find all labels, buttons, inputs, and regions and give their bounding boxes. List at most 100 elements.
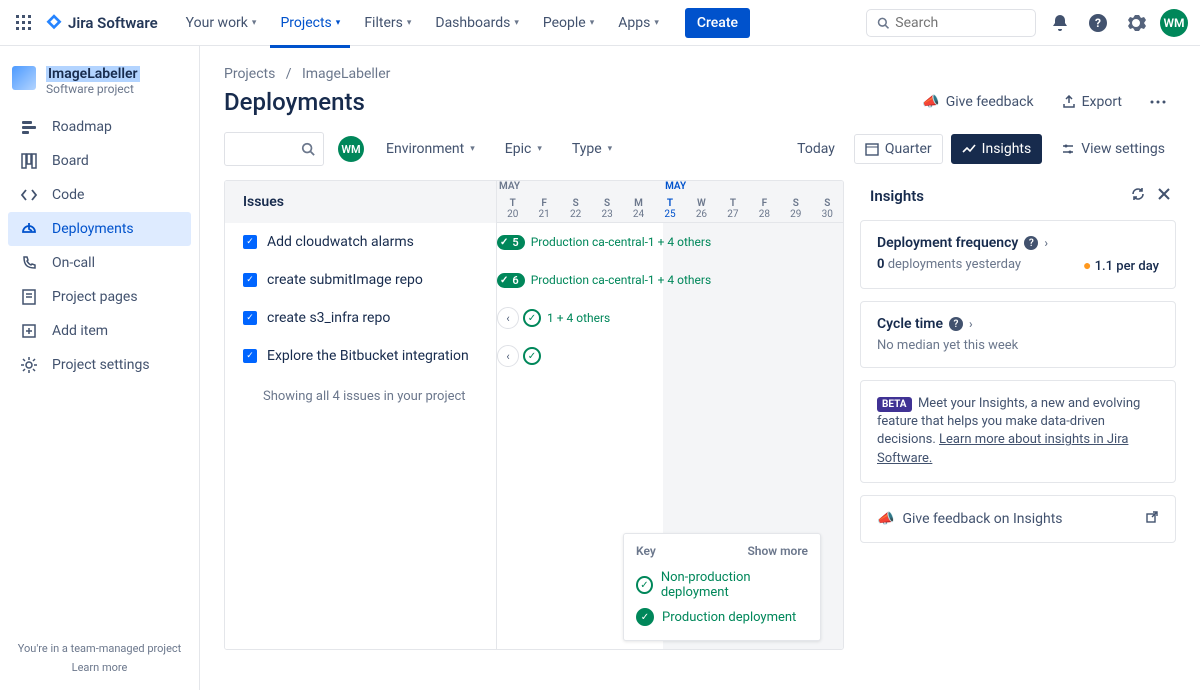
- help-icon[interactable]: ?: [949, 317, 963, 331]
- nav-items: Your work▾ Projects▾ Filters▾ Dashboards…: [176, 7, 669, 39]
- day-cell: T20: [497, 195, 528, 222]
- page-actions: 📣Give feedback Export: [912, 88, 1176, 116]
- cycle-time-card[interactable]: Cycle time?› No median yet this week: [860, 301, 1176, 368]
- crumb-current: ImageLabeller: [302, 66, 390, 82]
- export-button[interactable]: Export: [1052, 88, 1132, 116]
- user-avatar[interactable]: WM: [1160, 9, 1188, 37]
- external-link-icon: [1145, 510, 1159, 528]
- legend-prod: ✓Production deployment: [636, 604, 808, 630]
- day-cell: M24: [623, 195, 654, 222]
- check-icon: ✓: [636, 576, 653, 594]
- project-header[interactable]: ImageLabeller Software project: [8, 62, 191, 110]
- task-icon: ✓: [243, 273, 257, 287]
- sidebar-item-code[interactable]: Code: [8, 178, 191, 212]
- page-header: Deployments 📣Give feedback Export: [224, 88, 1176, 116]
- nav-apps[interactable]: Apps▾: [608, 7, 669, 39]
- day-cell: S23: [591, 195, 622, 222]
- search-box[interactable]: [866, 9, 1036, 37]
- issue-row[interactable]: ✓Explore the Bitbucket integration: [225, 337, 496, 375]
- deploy-pill: ✓6: [497, 273, 525, 288]
- sidebar-item-oncall[interactable]: On-call: [8, 246, 191, 280]
- insights-feedback-card[interactable]: 📣Give feedback on Insights: [860, 495, 1176, 543]
- megaphone-icon: 📣: [922, 94, 939, 110]
- crumb-projects[interactable]: Projects: [224, 66, 275, 82]
- help-icon[interactable]: ?: [1084, 9, 1112, 37]
- deploy-row[interactable]: ‹✓: [497, 337, 843, 375]
- check-icon: ✓: [523, 347, 541, 365]
- project-name: ImageLabeller: [46, 66, 140, 82]
- day-cell: F21: [528, 195, 559, 222]
- check-filled-icon: ✓: [636, 608, 654, 626]
- sidebar-item-add[interactable]: Add item: [8, 314, 191, 348]
- day-cell: W26: [686, 195, 717, 222]
- issue-row[interactable]: ✓Add cloudwatch alarms: [225, 223, 496, 261]
- day-cell: S22: [560, 195, 591, 222]
- issues-column: Issues ✓Add cloudwatch alarms ✓create su…: [225, 181, 497, 649]
- show-more-link[interactable]: Show more: [747, 544, 808, 558]
- project-icon: [12, 66, 36, 90]
- days-row: T20F21S22S23M24T25W26T27F28S29S30: [497, 195, 843, 223]
- quarter-button[interactable]: Quarter: [854, 134, 943, 164]
- create-button[interactable]: Create: [685, 8, 750, 38]
- sidebar-item-deployments[interactable]: Deployments: [8, 212, 191, 246]
- environment-filter[interactable]: Environment▾: [378, 135, 483, 163]
- view-settings-button[interactable]: View settings: [1050, 134, 1176, 164]
- sidebar-footer: You're in a team-managed project Learn m…: [8, 642, 191, 674]
- sidebar-item-settings[interactable]: Project settings: [8, 348, 191, 382]
- chevron-right-icon: ›: [1044, 236, 1048, 250]
- chevron-right-icon: ›: [969, 317, 973, 331]
- svg-text:?: ?: [1095, 16, 1101, 30]
- month-label-current: MAY: [663, 181, 843, 195]
- epic-filter[interactable]: Epic▾: [497, 135, 550, 163]
- close-icon[interactable]: [1156, 186, 1172, 206]
- insights-button[interactable]: Insights: [951, 134, 1043, 164]
- task-icon: ✓: [243, 349, 257, 363]
- issues-header: Issues: [225, 181, 496, 223]
- help-icon[interactable]: ?: [1024, 236, 1038, 250]
- nav-dashboards[interactable]: Dashboards▾: [425, 7, 528, 39]
- more-actions-button[interactable]: [1140, 94, 1176, 110]
- assignee-filter-avatar[interactable]: WM: [338, 136, 364, 162]
- layout-row: Issues ✓Add cloudwatch alarms ✓create su…: [224, 180, 1176, 650]
- timeline: Issues ✓Add cloudwatch alarms ✓create su…: [224, 180, 844, 650]
- scroll-left-icon: ‹: [497, 307, 519, 329]
- today-button[interactable]: Today: [786, 134, 846, 164]
- jira-logo[interactable]: Jira Software: [44, 13, 158, 33]
- day-cell: S30: [812, 195, 843, 222]
- legend-box: KeyShow more ✓Non-production deployment …: [623, 533, 821, 641]
- warning-icon: ●: [1083, 258, 1091, 274]
- app-switcher-icon[interactable]: [12, 11, 36, 35]
- deploy-pill: ✓5: [497, 235, 525, 250]
- refresh-icon[interactable]: [1130, 186, 1146, 206]
- issue-row[interactable]: ✓create s3_infra repo: [225, 299, 496, 337]
- type-filter[interactable]: Type▾: [564, 135, 620, 163]
- issue-row[interactable]: ✓create submitImage repo: [225, 261, 496, 299]
- nav-your-work[interactable]: Your work▾: [176, 7, 267, 39]
- deploy-row[interactable]: ✓5Production ca-central-1 + 4 others: [497, 223, 843, 261]
- nav-people[interactable]: People▾: [533, 7, 604, 39]
- deploy-row[interactable]: ✓6Production ca-central-1 + 4 others: [497, 261, 843, 299]
- search-input[interactable]: [895, 15, 1025, 31]
- breadcrumb: Projects / ImageLabeller: [224, 66, 1176, 82]
- nav-filters[interactable]: Filters▾: [354, 7, 421, 39]
- filter-search[interactable]: [224, 132, 324, 166]
- top-nav: Jira Software Your work▾ Projects▾ Filte…: [0, 0, 1200, 46]
- give-feedback-button[interactable]: 📣Give feedback: [912, 88, 1043, 116]
- sidebar-item-roadmap[interactable]: Roadmap: [8, 110, 191, 144]
- brand-label: Jira Software: [68, 14, 158, 32]
- day-cell: F28: [749, 195, 780, 222]
- settings-icon[interactable]: [1122, 9, 1150, 37]
- nav-projects[interactable]: Projects▾: [270, 7, 350, 39]
- deployment-frequency-card[interactable]: Deployment frequency?› 0 0 deployments y…: [860, 220, 1176, 289]
- sidebar-item-pages[interactable]: Project pages: [8, 280, 191, 314]
- nav-right: ? WM: [866, 9, 1188, 37]
- task-icon: ✓: [243, 235, 257, 249]
- sidebar-item-board[interactable]: Board: [8, 144, 191, 178]
- notifications-icon[interactable]: [1046, 9, 1074, 37]
- learn-more-link[interactable]: Learn more: [8, 661, 191, 674]
- megaphone-icon: 📣: [877, 511, 894, 527]
- showing-count: Showing all 4 issues in your project: [225, 375, 496, 404]
- deploy-row[interactable]: ‹✓1 + 4 others: [497, 299, 843, 337]
- legend-nonprod: ✓Non-production deployment: [636, 566, 808, 604]
- beta-badge: BETA: [877, 397, 912, 412]
